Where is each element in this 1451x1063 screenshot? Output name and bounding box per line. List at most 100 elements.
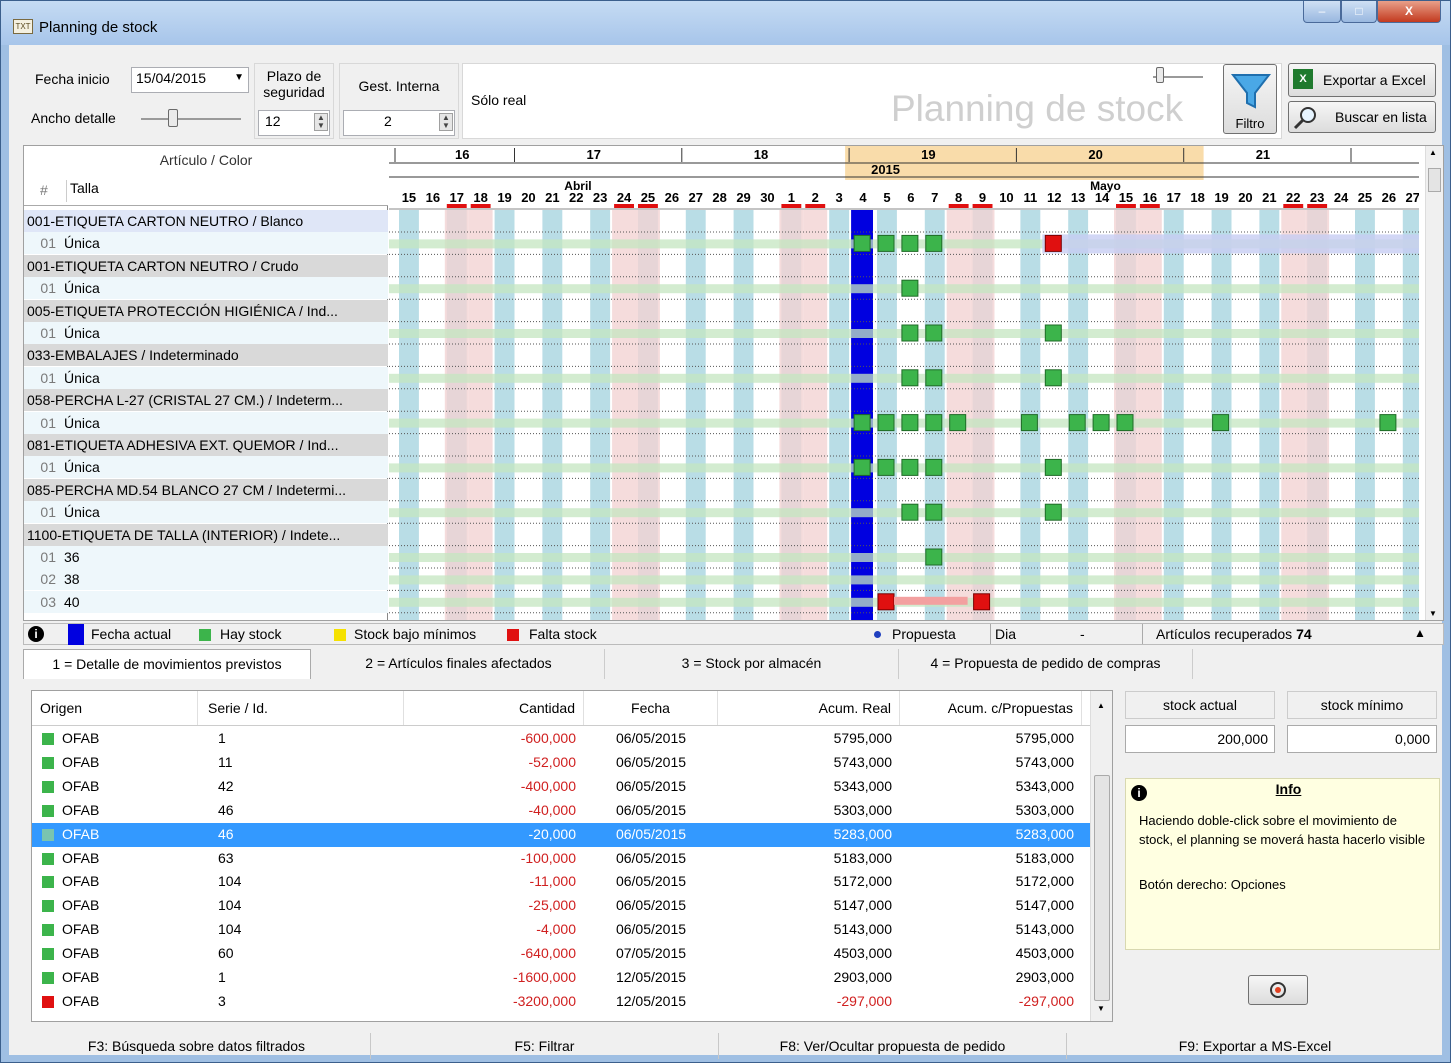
spin-arrows-icon[interactable]: ▲ ▼: [439, 113, 453, 131]
filtro-button[interactable]: Filtro: [1223, 64, 1277, 134]
col-origen[interactable]: Origen: [32, 691, 198, 725]
scroll-up-icon[interactable]: ▲: [1097, 701, 1105, 710]
status-swatch: [42, 948, 54, 961]
table-row[interactable]: OFAB 104 -11,000 06/05/2015 5172,000 5172,000: [32, 870, 1092, 894]
size-row[interactable]: 01 Única: [24, 277, 388, 300]
cell-prop: 5343,000: [1015, 777, 1074, 794]
scroll-down-icon[interactable]: ▼: [1429, 609, 1437, 618]
timeline-canvas[interactable]: 161718192021222015AbrilMayo1516171819202…: [389, 146, 1437, 621]
solo-real-toggle[interactable]: Sólo real: [471, 92, 526, 108]
table-row[interactable]: OFAB 42 -400,000 06/05/2015 5343,000 5343,000: [32, 775, 1092, 799]
size-row[interactable]: 01 Única: [24, 232, 388, 255]
app-icon: TXT: [13, 19, 33, 34]
cell-origen: OFAB: [62, 992, 100, 1009]
article-row[interactable]: 081-ETIQUETA ADHESIVA EXT. QUEMOR / Ind.…: [24, 434, 388, 456]
exportar-excel-button[interactable]: X Exportar a Excel: [1288, 63, 1436, 97]
status-f8[interactable]: F8: Ver/Ocultar propuesta de pedido: [719, 1033, 1067, 1059]
col-cantidad[interactable]: Cantidad: [404, 691, 584, 725]
planning-grid[interactable]: Artículo / Color # Talla 001-ETIQUETA CA…: [23, 145, 1444, 621]
table-row[interactable]: OFAB 104 -4,000 06/05/2015 5143,000 5143,000: [32, 918, 1092, 942]
gest-spinner[interactable]: 2 ▲ ▼: [343, 110, 455, 136]
minimize-button[interactable]: –: [1303, 1, 1341, 23]
timeline[interactable]: 161718192021222015AbrilMayo1516171819202…: [389, 146, 1437, 621]
status-f9[interactable]: F9: Exportar a MS-Excel: [1067, 1033, 1443, 1059]
cell-serie: 60: [218, 945, 234, 962]
col-acum-prop[interactable]: Acum. c/Propuestas: [900, 691, 1082, 725]
ancho-detalle-thumb[interactable]: [168, 109, 178, 127]
col-acum-real[interactable]: Acum. Real: [718, 691, 900, 725]
article-row[interactable]: 005-ETIQUETA PROTECCIÓN HIGIÉNICA / Ind.…: [24, 299, 388, 322]
weekend-marker: [1307, 204, 1328, 208]
grid-vscrollbar[interactable]: ▲ ▼: [1425, 146, 1443, 620]
col-articulo[interactable]: Artículo / Color: [24, 152, 388, 168]
size-row[interactable]: 01 Única: [24, 411, 388, 434]
maximize-button[interactable]: □: [1341, 1, 1377, 23]
size-row[interactable]: 01 Única: [24, 501, 388, 524]
col-fecha[interactable]: Fecha: [584, 691, 718, 725]
exportar-label: Exportar a Excel: [1323, 72, 1426, 88]
table-row[interactable]: OFAB 11 -52,000 06/05/2015 5743,000 5743,000: [32, 751, 1092, 775]
table-row[interactable]: OFAB 63 -100,000 06/05/2015 5183,000 5183,000: [32, 847, 1092, 871]
article-row[interactable]: 058-PERCHA L-27 (CRISTAL 27 CM.) / Indet…: [24, 389, 388, 412]
status-f3[interactable]: F3: Búsqueda sobre datos filtrados: [23, 1033, 371, 1059]
collapse-icon[interactable]: ▲: [1414, 626, 1426, 640]
week-label: 18: [754, 147, 768, 162]
title-bar[interactable]: TXT Planning de stock – □ X: [1, 1, 1450, 45]
size-row[interactable]: 01 Única: [24, 366, 388, 389]
scroll-thumb[interactable]: [1428, 168, 1441, 192]
zoom-thumb[interactable]: [1156, 67, 1164, 83]
article-row[interactable]: 033-EMBALAJES / Indeterminado: [24, 344, 388, 367]
tab-articulos[interactable]: 2 = Artículos finales afectados: [313, 649, 605, 679]
fecha-actual-label: Fecha actual: [91, 626, 172, 642]
scroll-up-icon[interactable]: ▲: [1429, 148, 1437, 157]
size-row[interactable]: 03 40: [24, 590, 388, 613]
table-row[interactable]: OFAB 60 -640,000 07/05/2015 4503,000 4503,000: [32, 942, 1092, 966]
stock-ok-marker: [925, 414, 943, 432]
table-row[interactable]: OFAB 1 -600,000 06/05/2015 5795,000 5795,000: [32, 727, 1092, 751]
refresh-button[interactable]: [1248, 975, 1308, 1005]
tab-propuesta[interactable]: 4 = Propuesta de pedido de compras: [899, 649, 1193, 679]
col-num[interactable]: #: [40, 182, 48, 198]
size-row[interactable]: 01 Única: [24, 322, 388, 344]
stock-ok-marker: [1379, 414, 1397, 432]
status-swatch: [42, 972, 54, 984]
table-vscrollbar[interactable]: ▲ ▼: [1090, 691, 1112, 1021]
ancho-detalle-slider[interactable]: [141, 118, 241, 120]
col-talla[interactable]: Talla: [70, 180, 99, 196]
scroll-thumb[interactable]: [1094, 775, 1110, 1001]
cell-fecha: 06/05/2015: [615, 753, 687, 770]
col-serie[interactable]: Serie / Id.: [198, 691, 404, 725]
size-row[interactable]: 01 Única: [24, 456, 388, 479]
tab-stock-almacen[interactable]: 3 = Stock por almacén: [605, 649, 899, 679]
size-row[interactable]: 02 38: [24, 568, 388, 591]
close-button[interactable]: X: [1377, 1, 1441, 23]
plazo-spinner[interactable]: 12 ▲ ▼: [258, 110, 330, 136]
hay-stock-swatch: [199, 629, 211, 641]
dia-value: -: [1080, 626, 1085, 642]
cell-fecha: 06/05/2015: [615, 849, 687, 866]
spin-arrows-icon[interactable]: ▲ ▼: [314, 113, 328, 131]
plazo-label: Plazo de seguridad: [255, 68, 333, 100]
article-row[interactable]: 085-PERCHA MD.54 BLANCO 27 CM / Indeterm…: [24, 478, 388, 501]
article-row[interactable]: 001-ETIQUETA CARTON NEUTRO / Crudo: [24, 254, 388, 277]
size-row[interactable]: 01 36: [24, 546, 388, 568]
table-row[interactable]: OFAB 46 -20,000 06/05/2015 5283,000 5283,000: [32, 822, 1092, 847]
table-row[interactable]: OFAB 104 -25,000 06/05/2015 5147,000 5147,000: [32, 894, 1092, 918]
table-row[interactable]: OFAB 3 -3200,000 12/05/2015 -297,000 -297,000: [32, 990, 1092, 1014]
table-row[interactable]: OFAB 46 -40,000 06/05/2015 5303,000 5303,000: [32, 799, 1092, 823]
buscar-lista-button[interactable]: Buscar en lista: [1288, 101, 1436, 133]
fecha-inicio-dropdown[interactable]: 15/04/2015 ▼: [131, 67, 249, 93]
article-row[interactable]: 1100-ETIQUETA DE TALLA (INTERIOR) / Inde…: [24, 523, 388, 546]
status-f5[interactable]: F5: Filtrar: [371, 1033, 719, 1059]
col-divider: [66, 180, 67, 202]
tab-detalle[interactable]: 1 = Detalle de movimientos previstos: [23, 649, 311, 679]
stock-missing-marker: [1044, 234, 1062, 252]
gest-panel: Gest. Interna 2 ▲ ▼: [339, 63, 459, 139]
scroll-down-icon[interactable]: ▼: [1097, 1004, 1105, 1013]
magnifier-icon: [1293, 107, 1316, 130]
gest-label: Gest. Interna: [358, 78, 440, 94]
day-label: 17: [1167, 190, 1181, 205]
article-row[interactable]: 001-ETIQUETA CARTON NEUTRO / Blanco: [24, 210, 388, 232]
table-row[interactable]: OFAB 1 -1600,000 12/05/2015 2903,000 2903,000: [32, 966, 1092, 990]
cell-origen: OFAB: [62, 849, 100, 866]
